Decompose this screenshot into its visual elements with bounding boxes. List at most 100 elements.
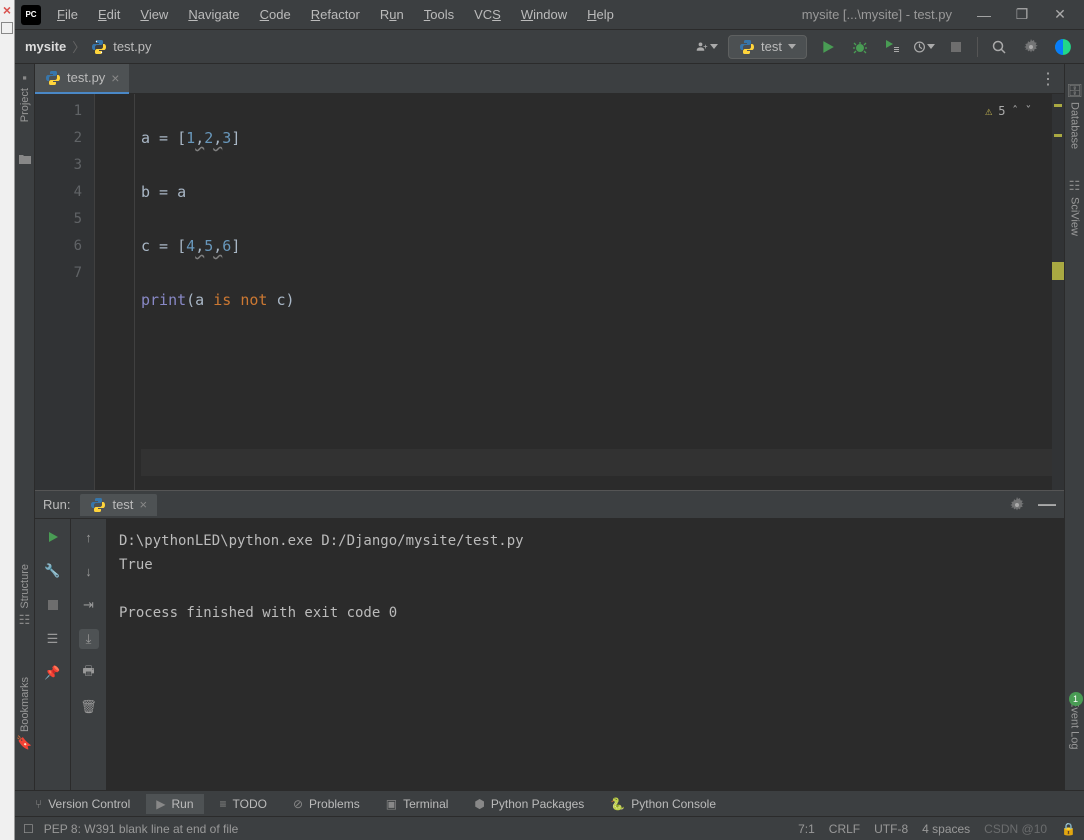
bookmarks-tool[interactable]: Bookmarks 🔖 — [18, 677, 32, 750]
tab-terminal[interactable]: ▣Terminal — [376, 794, 459, 814]
console-icon: 🐍 — [610, 797, 625, 811]
cursor-position[interactable]: 7:1 — [798, 822, 815, 836]
tabs-more-icon[interactable]: ⋮ — [1040, 69, 1056, 89]
soft-wrap-icon[interactable]: ⇥ — [79, 595, 99, 615]
trash-icon[interactable]: 🗑 — [79, 697, 99, 717]
window-title: mysite [...\mysite] - test.py — [802, 7, 952, 22]
prev-highlight-icon[interactable]: ˆ — [1012, 98, 1019, 125]
stop-run-button[interactable] — [43, 595, 63, 615]
print-icon[interactable]: 🖶 — [79, 663, 99, 683]
terminal-icon: ▣ — [386, 797, 397, 811]
navigation-toolbar: mysite 〉 test.py test — [15, 30, 1084, 64]
menu-help[interactable]: Help — [579, 3, 622, 26]
inspection-widget[interactable]: ⚠ 5 ˆ ˇ — [985, 98, 1032, 125]
python-icon — [739, 39, 755, 55]
project-icon: ▪ — [18, 70, 32, 84]
tab-python-console[interactable]: 🐍Python Console — [600, 794, 726, 814]
next-highlight-icon[interactable]: ˇ — [1025, 98, 1032, 125]
breadcrumb-root[interactable]: mysite — [25, 39, 66, 54]
menu-file[interactable]: FFileile — [49, 3, 86, 26]
folder-icon[interactable] — [18, 152, 32, 166]
editor-tabs: test.py × ⋮ — [35, 64, 1064, 94]
tab-todo[interactable]: ≡TODO — [210, 794, 277, 814]
line-gutter: 1 2 3 4 5 6 7 — [35, 94, 95, 490]
indent-setting[interactable]: 4 spaces — [922, 822, 970, 836]
play-icon: ▶ — [156, 797, 165, 811]
menu-window[interactable]: Window — [513, 3, 575, 26]
settings-button[interactable] — [1020, 36, 1042, 58]
pycharm-logo-icon: PC — [21, 5, 41, 25]
packages-icon: ⬢ — [474, 797, 484, 811]
python-file-icon — [45, 70, 61, 86]
sciview-tool[interactable]: ☷ SciView — [1068, 179, 1082, 236]
add-user-icon[interactable] — [696, 36, 718, 58]
file-encoding[interactable]: UTF-8 — [874, 822, 908, 836]
lock-icon[interactable]: 🔒 — [1061, 822, 1076, 836]
run-tab-label: test — [112, 497, 133, 512]
database-tool[interactable]: 🗄 Database — [1068, 84, 1082, 149]
close-button[interactable]: ✕ — [1048, 5, 1072, 25]
profile-button[interactable] — [913, 36, 935, 58]
sciview-icon: ☷ — [1068, 179, 1082, 193]
breadcrumb-file[interactable]: test.py — [113, 39, 151, 54]
right-tool-strip: 🗄 Database ☷ SciView 1 Event Log — [1064, 64, 1084, 790]
menu-run[interactable]: Run — [372, 3, 412, 26]
scroll-end-icon[interactable]: ⤓ — [79, 629, 99, 649]
left-tool-strip: ▪ Project Structure ☷ Bookmarks 🔖 — [15, 64, 35, 790]
python-file-icon — [91, 39, 107, 55]
error-stripe[interactable] — [1052, 94, 1064, 490]
menu-navigate[interactable]: Navigate — [180, 3, 247, 26]
menu-vcs[interactable]: VCS — [466, 3, 509, 26]
search-button[interactable] — [988, 36, 1010, 58]
event-badge: 1 — [1069, 692, 1083, 706]
menu-tools[interactable]: Tools — [416, 3, 462, 26]
layout-icon[interactable]: ☰ — [43, 629, 63, 649]
ide-window: PC FFileile Edit View Navigate Code Refa… — [15, 0, 1084, 840]
warning-count: 5 — [998, 98, 1005, 125]
close-tab-icon[interactable]: × — [111, 70, 119, 86]
coverage-button[interactable] — [881, 36, 903, 58]
problems-icon: ⊘ — [293, 797, 303, 811]
file-tab-test[interactable]: test.py × — [35, 64, 129, 94]
menu-edit[interactable]: Edit — [90, 3, 128, 26]
titlebar: PC FFileile Edit View Navigate Code Refa… — [15, 0, 1084, 30]
tab-problems[interactable]: ⊘Problems — [283, 794, 370, 814]
project-tool[interactable]: ▪ Project — [18, 70, 32, 122]
breadcrumb: mysite 〉 test.py — [25, 37, 152, 56]
menu-code[interactable]: Code — [252, 3, 299, 26]
code-content[interactable]: a = [1,2,3] b = a c = [4,5,6] print(a is… — [135, 94, 1052, 490]
rerun-button[interactable] — [43, 527, 63, 547]
tab-run[interactable]: ▶Run — [146, 794, 203, 814]
tab-python-packages[interactable]: ⬢Python Packages — [464, 794, 594, 814]
minimize-button[interactable]: — — [972, 5, 996, 25]
up-icon[interactable]: ↑ — [79, 527, 99, 547]
code-editor[interactable]: 1 2 3 4 5 6 7 a = [1,2,3] b = a c = [4,5… — [35, 94, 1064, 490]
python-icon — [90, 497, 106, 513]
console-output[interactable]: D:\pythonLED\python.exe D:/Django/mysite… — [107, 519, 1064, 790]
bottom-tool-tabs: ⑂Version Control ▶Run ≡TODO ⊘Problems ▣T… — [15, 790, 1084, 816]
main-menu: FFileile Edit View Navigate Code Refacto… — [49, 3, 622, 26]
run-config-selector[interactable]: test — [728, 35, 807, 59]
debug-button[interactable] — [849, 36, 871, 58]
bookmark-icon: 🔖 — [18, 736, 32, 750]
code-with-me-icon[interactable] — [1052, 36, 1074, 58]
menu-view[interactable]: View — [132, 3, 176, 26]
line-separator[interactable]: CRLF — [829, 822, 860, 836]
run-label: Run: — [43, 497, 70, 512]
run-button[interactable] — [817, 36, 839, 58]
branch-icon: ⑂ — [35, 797, 42, 811]
down-icon[interactable]: ↓ — [79, 561, 99, 581]
pin-icon[interactable]: 📌 — [43, 663, 63, 683]
run-body: 🔧 ☰ 📌 ↑ ↓ ⇥ ⤓ 🖶 🗑 D:\pythonLED\python.ex… — [35, 519, 1064, 790]
database-icon: 🗄 — [1068, 84, 1082, 98]
ext-icon — [1, 22, 13, 34]
tab-version-control[interactable]: ⑂Version Control — [25, 794, 140, 814]
status-icon[interactable]: ☐ — [23, 822, 34, 836]
run-actions-1: 🔧 ☰ 📌 — [35, 519, 71, 790]
modify-run-icon[interactable]: 🔧 — [43, 561, 63, 581]
menu-refactor[interactable]: Refactor — [303, 3, 368, 26]
stop-button[interactable] — [945, 36, 967, 58]
event-log-tool[interactable]: 1 Event Log — [1069, 700, 1081, 750]
maximize-button[interactable]: ❐ — [1010, 5, 1034, 25]
structure-tool[interactable]: Structure ☷ — [18, 564, 32, 627]
